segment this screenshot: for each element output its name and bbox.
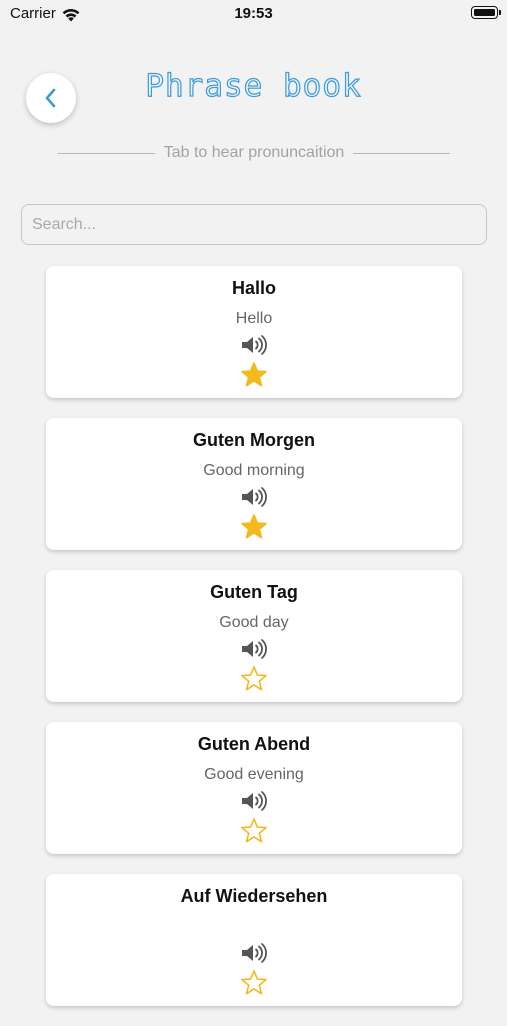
status-bar: Carrier 19:53 [0,0,507,30]
phrase-title: Guten Tag [210,582,298,602]
divider-line-right [353,152,451,154]
phrase-title: Auf Wiedersehen [180,886,328,906]
star-outline-icon[interactable] [240,969,268,997]
phrase-translation: Hello [235,310,273,327]
phrase-card[interactable]: Guten Tag Good day [46,570,462,702]
page-subtitle: Tab to hear pronuncaition [163,144,345,161]
phrase-card[interactable]: Auf Wiedersehen [46,874,462,1006]
speaker-icon[interactable] [240,334,268,356]
phrase-list: Hallo Hello Guten Morgen Good morning Guten … [46,266,462,1026]
phrase-title: Hallo [231,278,276,298]
phrase-card[interactable]: Guten Abend Good evening [46,722,462,854]
phrase-translation: Good morning [203,462,305,479]
phrase-title: Guten Morgen [193,430,315,450]
status-time: 19:53 [234,5,273,22]
star-outline-icon[interactable] [240,817,268,845]
phrase-title: Guten Abend [197,734,311,754]
star-filled-icon[interactable] [240,513,268,541]
search-input[interactable] [21,204,487,245]
phrase-card[interactable]: Guten Morgen Good morning [46,418,462,550]
phrase-translation: Good evening [204,766,304,783]
speaker-icon[interactable] [240,486,268,508]
battery-icon [471,6,501,19]
speaker-icon[interactable] [240,638,268,660]
phrase-card[interactable]: Hallo Hello [46,266,462,398]
phrase-translation: Good day [219,614,289,631]
star-filled-icon[interactable] [240,361,268,389]
speaker-icon[interactable] [240,790,268,812]
subtitle-divider: Tab to hear pronuncaition [58,143,451,163]
divider-line-left [58,152,155,154]
page-title: Phrase book [145,67,362,104]
speaker-icon[interactable] [240,942,268,964]
star-outline-icon[interactable] [240,665,268,693]
